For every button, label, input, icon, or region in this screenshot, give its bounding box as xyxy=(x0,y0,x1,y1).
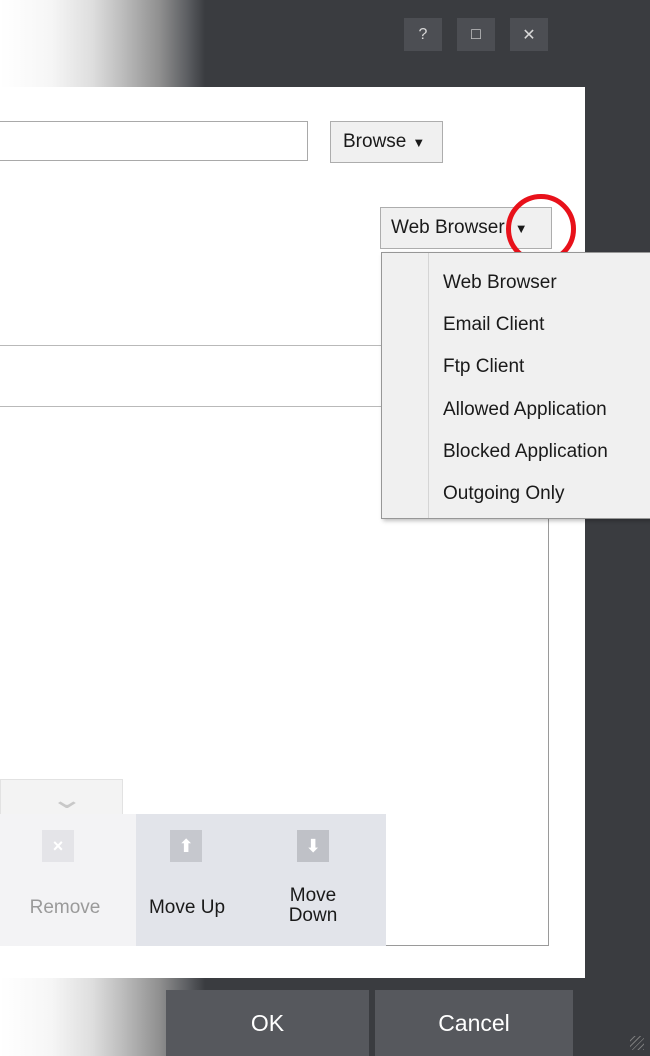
browse-button[interactable]: Browse ▼ xyxy=(330,121,443,163)
list-divider xyxy=(0,345,382,346)
list-divider xyxy=(0,406,382,407)
window-frame-right xyxy=(585,0,650,1056)
browse-label: Browse xyxy=(343,131,407,152)
move-down-label-line2: Down xyxy=(288,904,338,926)
move-down-button[interactable]: Move Down xyxy=(279,886,347,926)
arrow-down-icon: ⬇ xyxy=(297,830,329,862)
cancel-button[interactable]: Cancel xyxy=(375,990,573,1056)
menu-item-email-client[interactable]: Email Client xyxy=(443,305,643,345)
menu-item-outgoing-only[interactable]: Outgoing Only xyxy=(443,474,643,514)
move-down-label-line1: Move xyxy=(289,885,337,906)
title-bar-gradient xyxy=(0,0,205,87)
help-icon: ? xyxy=(418,25,428,43)
menu-item-allowed-application[interactable]: Allowed Application xyxy=(443,390,643,430)
chevron-down-icon: ▼ xyxy=(412,134,426,150)
remove-button[interactable]: Remove xyxy=(20,898,110,918)
close-button[interactable]: ✕ xyxy=(510,18,548,51)
menu-item-blocked-application[interactable]: Blocked Application xyxy=(443,432,643,472)
menu-item-ftp-client[interactable]: Ftp Client xyxy=(443,347,643,387)
chevron-down-icon: ⌄ xyxy=(49,784,85,814)
remove-icon: × xyxy=(42,830,74,862)
maximize-icon: □ xyxy=(471,25,481,43)
resize-grip-icon[interactable] xyxy=(630,1036,644,1050)
ok-button[interactable]: OK xyxy=(166,990,369,1056)
close-icon: ✕ xyxy=(522,26,536,44)
application-path-input[interactable] xyxy=(0,121,308,161)
maximize-button[interactable]: □ xyxy=(457,18,495,51)
move-up-button[interactable]: Move Up xyxy=(140,898,234,918)
menu-icon-gutter xyxy=(428,253,429,518)
help-button[interactable]: ? xyxy=(404,18,442,51)
menu-item-web-browser[interactable]: Web Browser xyxy=(443,263,643,303)
selected-type-label: Web Browser xyxy=(391,217,505,238)
arrow-up-icon: ⬆ xyxy=(170,830,202,862)
